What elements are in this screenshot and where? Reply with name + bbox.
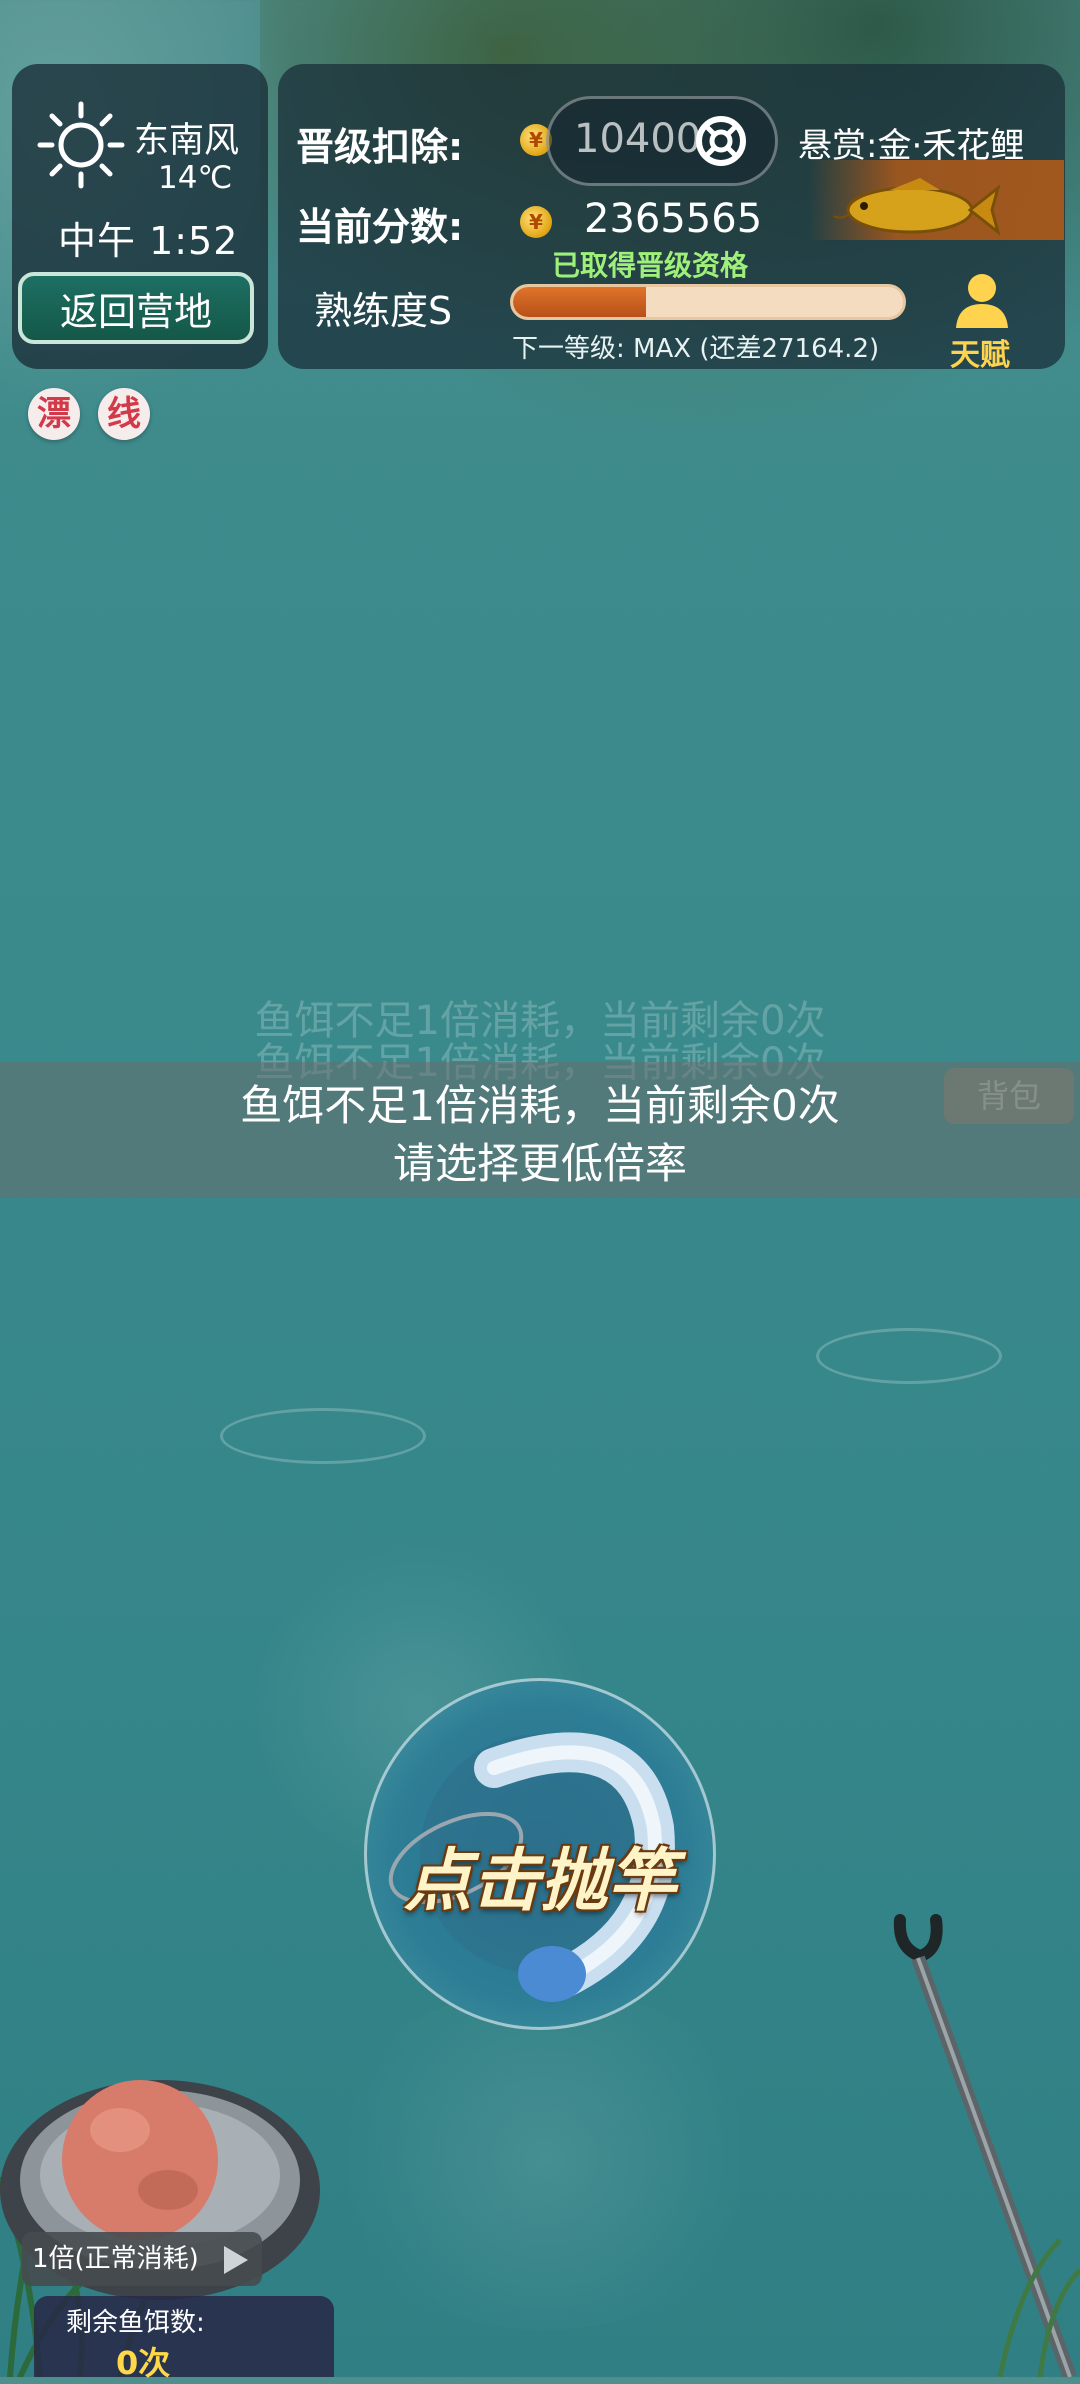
score-label: 当前分数: bbox=[296, 205, 464, 249]
line-tag[interactable]: 线 bbox=[98, 388, 150, 440]
water-ripple bbox=[816, 1328, 1002, 1384]
play-arrow-icon[interactable] bbox=[222, 2244, 250, 2276]
remaining-bait-label: 剩余鱼饵数: bbox=[66, 2308, 205, 2338]
water-glow bbox=[310, 1990, 780, 2330]
remaining-bait-count: 0次 bbox=[116, 2344, 171, 2382]
coin-icon: ¥ bbox=[520, 206, 552, 238]
sun-icon bbox=[37, 101, 125, 189]
proficiency-fill bbox=[513, 287, 646, 317]
qualified-status: 已取得晋级资格 bbox=[552, 249, 749, 282]
deduct-label: 晋级扣除: bbox=[296, 125, 464, 169]
golden-carp-icon bbox=[833, 178, 1000, 236]
rod-holder-icon bbox=[893, 1914, 1080, 2377]
proficiency-bar bbox=[510, 284, 906, 320]
wind-direction: 东南风 bbox=[134, 121, 240, 161]
next-level-text: 下一等级: MAX (还差27164.2) bbox=[512, 334, 880, 364]
lifebuoy-icon[interactable] bbox=[694, 114, 748, 168]
talent-person-icon[interactable] bbox=[950, 270, 1014, 330]
cast-button-label[interactable]: 点击抛竿 bbox=[380, 1825, 700, 1924]
return-camp-button[interactable]: 返回营地 bbox=[18, 272, 254, 344]
talent-button[interactable]: 天赋 bbox=[950, 330, 1010, 374]
proficiency-label: 熟练度S bbox=[314, 289, 453, 333]
toast-message: 鱼饵不足1倍消耗，当前剩余0次 bbox=[240, 1081, 840, 1130]
toast-hint: 请选择更低倍率 bbox=[392, 1139, 687, 1188]
deduct-value: 10400 bbox=[574, 116, 702, 162]
float-tag[interactable]: 漂 bbox=[28, 388, 80, 440]
water-ripple bbox=[220, 1408, 426, 1464]
score-value: 2365565 bbox=[584, 196, 763, 242]
game-time: 中午 1:52 bbox=[58, 219, 239, 263]
temperature: 14℃ bbox=[158, 160, 233, 196]
